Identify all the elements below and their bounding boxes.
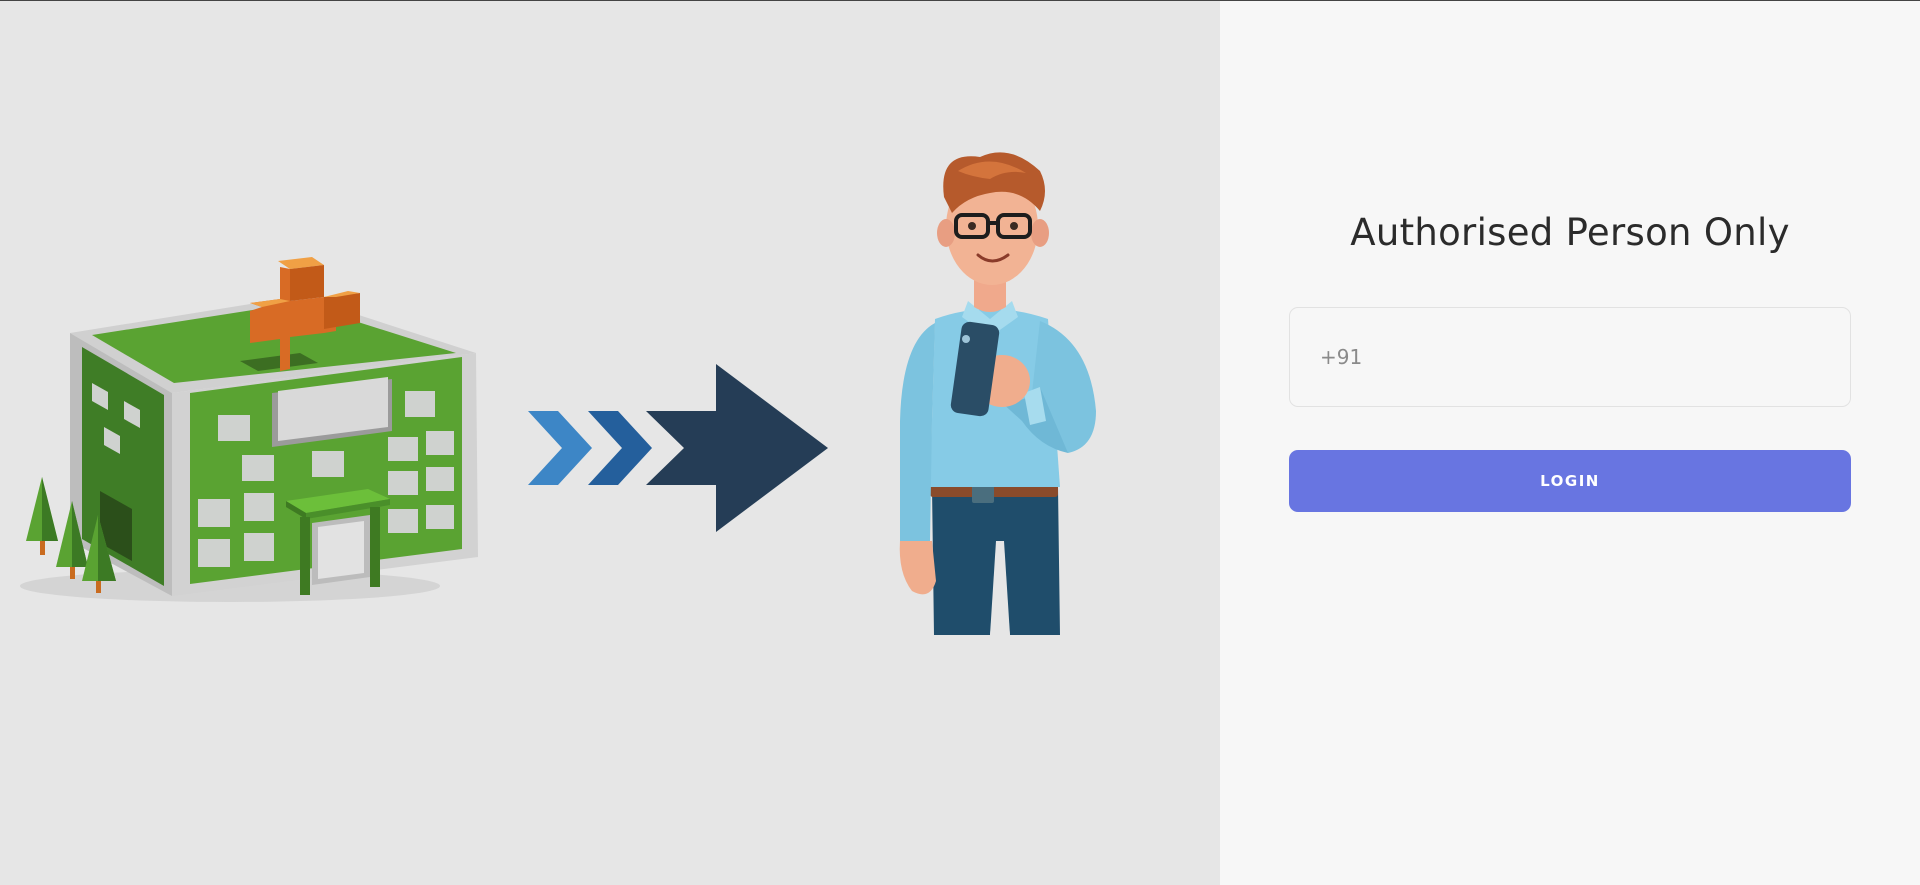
illustration-svg [20,152,1096,635]
login-form: Authorised Person Only LOGIN [1289,211,1851,512]
illustration-panel [0,1,1220,885]
right-arrow-icon [528,364,828,532]
login-button[interactable]: LOGIN [1289,450,1851,512]
login-title: Authorised Person Only [1350,211,1790,254]
login-panel: Authorised Person Only LOGIN [1220,1,1920,885]
person-with-phone-icon [899,152,1096,635]
hospital-building-icon [20,257,478,602]
phone-number-input[interactable] [1289,307,1851,407]
